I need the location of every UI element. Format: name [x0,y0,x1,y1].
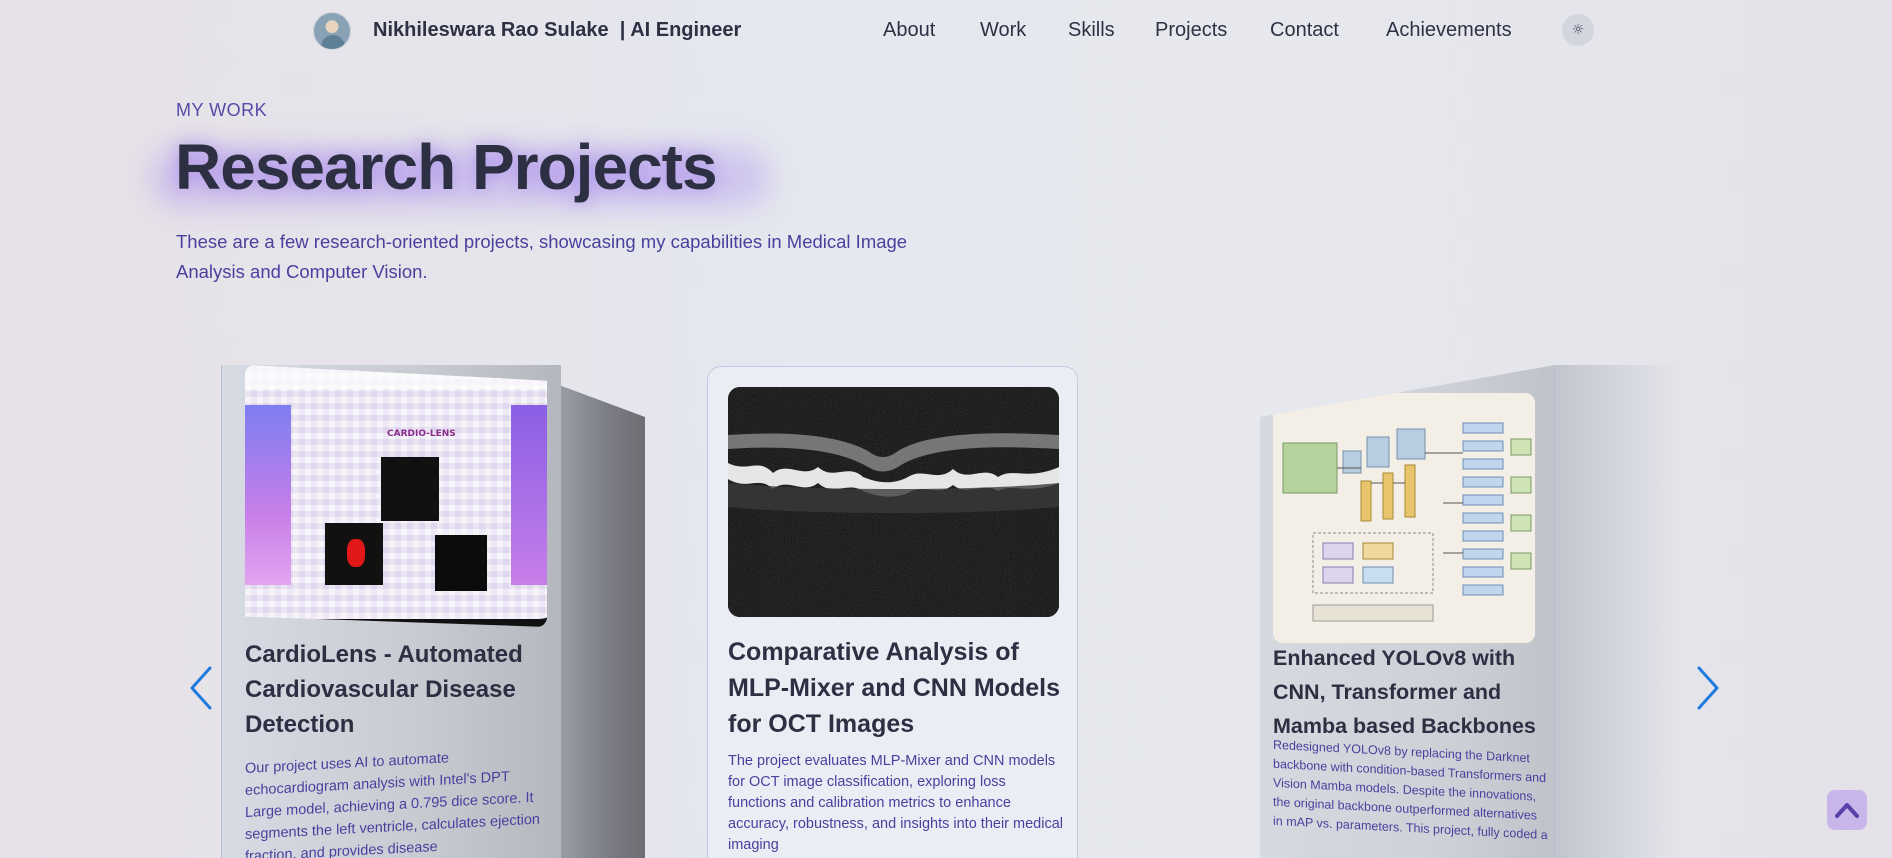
image-gradient-left [245,405,291,585]
image-browser-bar [245,365,547,389]
project-card-yolov8[interactable]: Enhanced YOLOv8 with CNN, Transformer an… [1260,365,1680,858]
architecture-diagram-graphic [1273,393,1535,643]
project-description: Redesigned YOLOv8 by replacing the Darkn… [1273,737,1548,843]
echo-image-mask [435,535,487,591]
card-face: CARDIO-LENS CardioLens - Automated Cardi… [221,365,561,858]
echo-image-segmented [325,523,383,585]
segmentation-mask [347,539,365,567]
image-caption: CARDIO-LENS [387,429,456,439]
card-face: Enhanced YOLOv8 with CNN, Transformer an… [1260,365,1555,858]
project-title: CardioLens - Automated Cardiovascular Di… [245,641,523,738]
project-description: Our project uses AI to automate echocard… [245,750,540,858]
card-side-shadow [1555,365,1680,858]
project-card-mlp-mixer[interactable]: Comparative Analysis of MLP-Mixer and CN… [707,366,1078,858]
section-eyebrow: MY WORK [176,100,268,120]
nav-link-projects[interactable]: Projects [1155,19,1227,42]
chevron-left-icon [190,666,212,710]
project-card-cardiolens[interactable]: CARDIO-LENS CardioLens - Automated Cardi… [221,365,645,858]
project-title: Comparative Analysis of MLP-Mixer and CN… [728,638,1060,738]
theme-toggle-button[interactable]: ☼ [1562,14,1594,46]
card-side-shadow [561,385,645,858]
avatar[interactable] [313,12,351,50]
carousel-next-button[interactable] [1693,664,1723,712]
nav-link-skills[interactable]: Skills [1068,19,1115,42]
oct-scan-graphic [728,387,1059,617]
brand-name[interactable]: Nikhileswara Rao Sulake | AI Engineer [373,19,741,42]
page-title: Research Projects [175,131,718,203]
image-gradient-right [511,405,547,585]
project-title: Enhanced YOLOv8 with CNN, Transformer an… [1273,646,1536,738]
project-image-oct [728,387,1059,617]
nav-link-contact[interactable]: Contact [1270,19,1339,42]
nav-link-about[interactable]: About [883,19,935,42]
carousel-prev-button[interactable] [186,664,216,712]
top-nav: Nikhileswara Rao Sulake | AI Engineer Ab… [0,0,1892,62]
scroll-to-top-button[interactable] [1827,790,1867,830]
sun-icon: ☼ [1571,22,1585,38]
nav-link-achievements[interactable]: Achievements [1386,19,1512,42]
chevron-up-icon [1835,803,1859,818]
nav-link-work[interactable]: Work [980,19,1026,42]
section-intro: These are a few research-oriented projec… [176,231,908,282]
project-image-yolov8-architecture [1273,393,1535,643]
chevron-right-icon [1697,666,1719,710]
echo-image-top [381,457,439,521]
project-description: The project evaluates MLP-Mixer and CNN … [728,753,1064,853]
project-image-cardiolens: CARDIO-LENS [245,365,547,627]
